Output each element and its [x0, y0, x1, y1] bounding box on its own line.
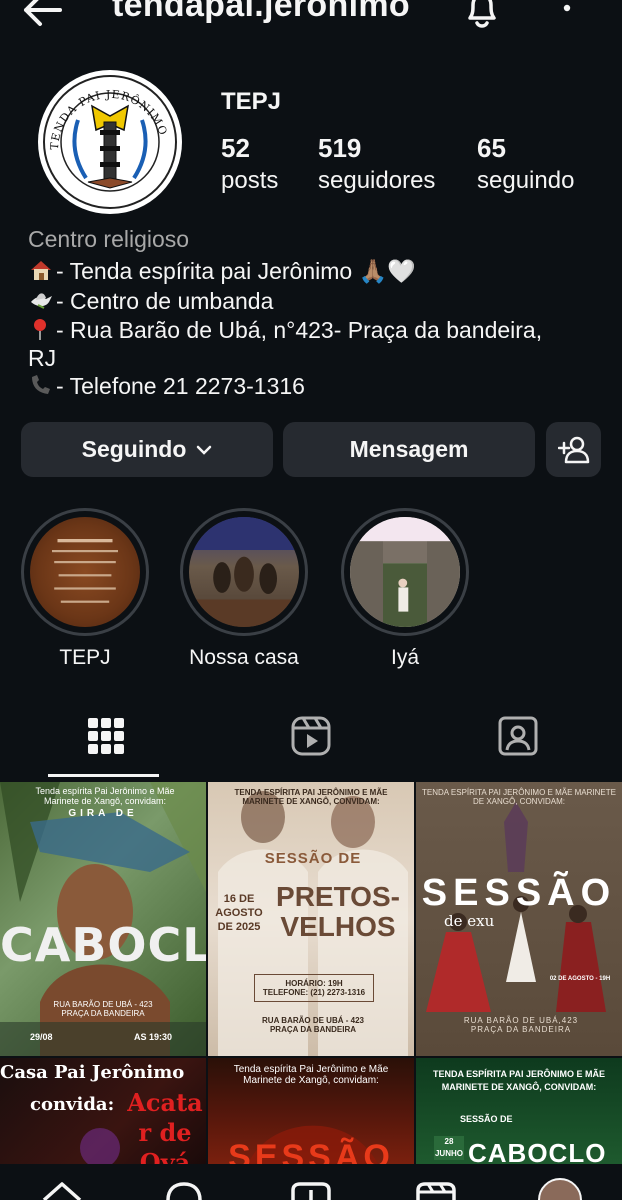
post-title: Acatar de Oyá — [127, 1088, 203, 1164]
bottom-navigation-bar — [0, 1164, 622, 1200]
post-info: HORÁRIO: 19H TELEFONE: (21) 2273-1316 — [254, 974, 374, 1002]
stat-label: seguindo — [477, 167, 575, 194]
highlight-iya[interactable]: Iyá — [340, 508, 470, 670]
highlight-label: Iyá — [390, 646, 419, 669]
post-address: RUA BARÃO DE UBÁ,423 PRAÇA DA BANDEIRA — [463, 1016, 579, 1034]
post-title: CABOCLO — [0, 918, 206, 972]
post-caption: TENDA ESPÍRITA PAI JERÔNIMO E MÃE MARINE… — [432, 1069, 605, 1092]
following-label: Seguindo — [81, 436, 187, 462]
post-time: AS 19:30 — [134, 1032, 173, 1042]
post-thumbnail[interactable]: Tenda espírita Pai Jerônimo e Mãe Marine… — [0, 782, 206, 1056]
more-options-icon[interactable] — [552, 0, 582, 26]
post-address: RUA BARÃO DE UBÁ - 423 PRAÇA DA BANDEIRA — [53, 1000, 153, 1018]
post-subtitle: de exu — [444, 912, 495, 930]
pin-icon — [34, 319, 46, 340]
profile-nav-avatar[interactable] — [538, 1178, 582, 1200]
house-icon — [31, 261, 51, 280]
phone-icon — [32, 375, 50, 394]
bio-line: - Centro de umbanda — [28, 288, 273, 315]
highlight-label: TEPJ — [59, 646, 111, 669]
bio-line: - Tenda espírita pai Jerônimo 🙏🏽🤍 — [28, 258, 416, 285]
stat-posts[interactable]: 52 posts — [221, 132, 278, 198]
post-title: PRETOS-VELHOS — [276, 881, 400, 942]
active-tab-indicator — [48, 774, 159, 777]
home-icon[interactable] — [40, 1182, 84, 1200]
post-caption: Tenda espírita Pai Jerônimo e Mãe Marine… — [233, 1064, 389, 1086]
post-subtitle: convida: — [30, 1094, 115, 1115]
stat-following[interactable]: 65 seguindo — [477, 132, 574, 198]
notification-bell-icon[interactable] — [462, 0, 502, 30]
search-icon[interactable] — [164, 1182, 204, 1200]
bio-line: RJ — [28, 345, 57, 371]
highlight-cover — [189, 517, 299, 627]
post-title: CABOCLO — [468, 1138, 607, 1164]
stat-label: seguidores — [318, 167, 436, 194]
dove-icon — [31, 293, 52, 309]
post-caption: Tenda espírita Pai Jerônimo e Mãe Marine… — [35, 786, 175, 806]
tagged-icon[interactable] — [494, 712, 542, 760]
post-subtitle: SESSÃO DE — [264, 850, 362, 867]
reels-nav-icon[interactable] — [414, 1182, 458, 1200]
post-thumbnail[interactable]: TENDA ESPÍRITA PAI JERÔNIMO E MÃE MARINE… — [416, 1058, 622, 1164]
post-subtitle: GIRA DE — [68, 808, 138, 819]
post-subtitle: SESSÃO DE — [460, 1114, 513, 1124]
post-date: 28 JUNHO — [434, 1136, 464, 1160]
bio-line: - Rua Barão de Ubá, n°423- Praça da band… — [28, 317, 542, 344]
post-caption: TENDA ESPÍRITA PAI JERÔNIMO E MÃE MARINE… — [234, 788, 388, 806]
highlight-tepj[interactable]: TEPJ — [20, 508, 150, 670]
stat-value: 65 — [477, 133, 506, 163]
following-button[interactable]: Seguindo — [21, 422, 273, 477]
profile-category: Centro religioso — [28, 226, 190, 252]
add-person-icon — [557, 436, 589, 463]
post-thumbnail[interactable]: Tenda espírita Pai Jerônimo e Mãe Marine… — [208, 1058, 414, 1164]
post-thumbnail[interactable]: TENDA ESPÍRITA PAI JERÔNIMO E MÃE MARINE… — [416, 782, 622, 1056]
chevron-down-icon — [197, 445, 212, 455]
highlight-nossa-casa[interactable]: Nossa casa — [179, 508, 309, 670]
stat-followers[interactable]: 519 seguidores — [318, 132, 435, 198]
grid-icon[interactable] — [82, 712, 130, 760]
bio-line: - Telefone 21 2273-1316 — [28, 373, 305, 400]
profile-display-name: TEPJ — [221, 88, 282, 115]
stat-label: posts — [221, 167, 279, 194]
profile-username: tendapai.jeronimo — [112, 0, 410, 24]
post-date: 16 DE AGOSTO DE 2025 — [215, 893, 263, 933]
stat-value: 519 — [318, 133, 362, 163]
post-address: RUA BARÃO DE UBÁ - 423 PRAÇA DA BANDEIRA — [262, 1016, 364, 1034]
post-title: SESSÃO — [421, 872, 617, 914]
create-post-icon[interactable] — [289, 1182, 333, 1200]
stat-value: 52 — [221, 133, 250, 163]
highlight-cover — [30, 517, 140, 627]
back-arrow-icon[interactable] — [20, 0, 64, 30]
post-date: 02 DE AGOSTO - 19H — [549, 976, 611, 982]
message-button[interactable]: Mensagem — [283, 422, 535, 477]
post-thumbnail[interactable]: Casa Pai Jerônimo convida: Acatar de Oyá — [0, 1058, 206, 1164]
post-caption: Casa Pai Jerônimo — [0, 1062, 185, 1083]
post-title: SESSÃO — [228, 1138, 394, 1164]
post-thumbnail[interactable]: TENDA ESPÍRITA PAI JERÔNIMO E MÃE MARINE… — [208, 782, 414, 1056]
message-label: Mensagem — [349, 436, 469, 462]
highlight-label: Nossa casa — [189, 646, 299, 669]
profile-avatar[interactable]: TENDA PAI JERÔNIMO — [38, 70, 182, 214]
highlight-cover — [350, 517, 460, 627]
top-bar: tendapai.jeronimo — [0, 0, 622, 34]
post-date: 29/08 — [30, 1032, 53, 1042]
post-caption: TENDA ESPÍRITA PAI JERÔNIMO E MÃE MARINE… — [422, 788, 616, 806]
suggest-people-button[interactable] — [546, 422, 601, 477]
reels-icon[interactable] — [287, 712, 335, 760]
tenda-logo-image: TENDA PAI JERÔNIMO — [40, 72, 180, 212]
